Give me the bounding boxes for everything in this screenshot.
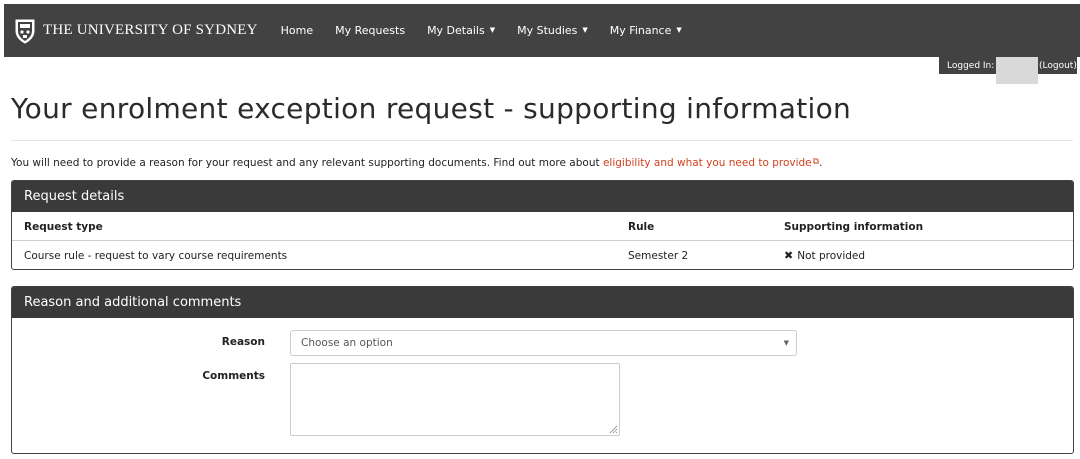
nav-my-details[interactable]: My Details ▼ [416,4,506,57]
university-crest-icon [12,17,38,45]
nav-my-studies-label: My Studies [517,24,578,37]
request-details-heading: Request details [12,181,1073,212]
cell-rule: Semester 2 [628,249,689,262]
nav-my-studies[interactable]: My Studies ▼ [506,4,599,57]
comments-textarea[interactable] [290,363,620,436]
nav-my-finance[interactable]: My Finance ▼ [599,4,693,57]
redacted-username [996,57,1038,84]
logged-in-label: Logged In: [947,60,995,71]
nav-home[interactable]: Home [270,4,324,57]
col-supporting-info: Supporting information [784,220,924,233]
comments-label: Comments [202,370,265,382]
nav-home-label: Home [280,24,314,37]
nav-my-requests[interactable]: My Requests [324,4,416,57]
reason-comments-heading: Reason and additional comments [12,287,1073,318]
reason-label: Reason [221,336,265,348]
reason-select-value: Choose an option [301,337,393,349]
table-row: Course rule - request to vary course req… [12,241,1073,269]
nav-menu: Home My Requests My Details ▼ My Studies ▼… [270,4,693,57]
caret-down-icon: ▼ [582,26,588,34]
supporting-status: Not provided [797,249,866,262]
caret-down-icon: ▼ [676,26,682,34]
intro-text: You will need to provide a reason for yo… [11,157,603,169]
top-navbar: THE UNIVERSITY OF SYDNEY Home My Request… [4,4,1080,57]
col-rule: Rule [628,220,655,233]
table-header-row: Request type Rule Supporting information [12,212,1073,241]
logout-link[interactable]: (Logout) [1039,57,1077,74]
logout-label: (Logout) [1039,60,1077,71]
cell-request-type: Course rule - request to vary course req… [24,249,288,262]
resize-handle-icon[interactable] [609,425,618,434]
select-arrow-icon: ▼ [783,339,789,347]
intro-paragraph: You will need to provide a reason for yo… [11,157,822,169]
request-details-panel: Request details Request type Rule Suppor… [11,180,1074,270]
page-title: Your enrolment exception request - suppo… [11,92,852,125]
title-divider [11,140,1073,141]
intro-end: . [819,157,823,169]
nav-my-finance-label: My Finance [609,24,672,37]
reason-comments-panel: Reason and additional comments Reason Ch… [11,286,1074,454]
brand-text: THE UNIVERSITY OF SYDNEY [43,22,258,38]
x-mark-icon: ✖ [784,249,794,262]
reason-select[interactable]: Choose an option ▼ [290,330,797,356]
university-brand[interactable]: THE UNIVERSITY OF SYDNEY [12,4,258,57]
nav-my-requests-label: My Requests [335,24,406,37]
cell-supporting-info: ✖ Not provided [784,241,866,269]
caret-down-icon: ▼ [489,26,496,34]
col-request-type: Request type [24,220,103,233]
eligibility-link[interactable]: eligibility and what you need to provide [603,157,812,169]
nav-my-details-label: My Details [427,24,485,37]
